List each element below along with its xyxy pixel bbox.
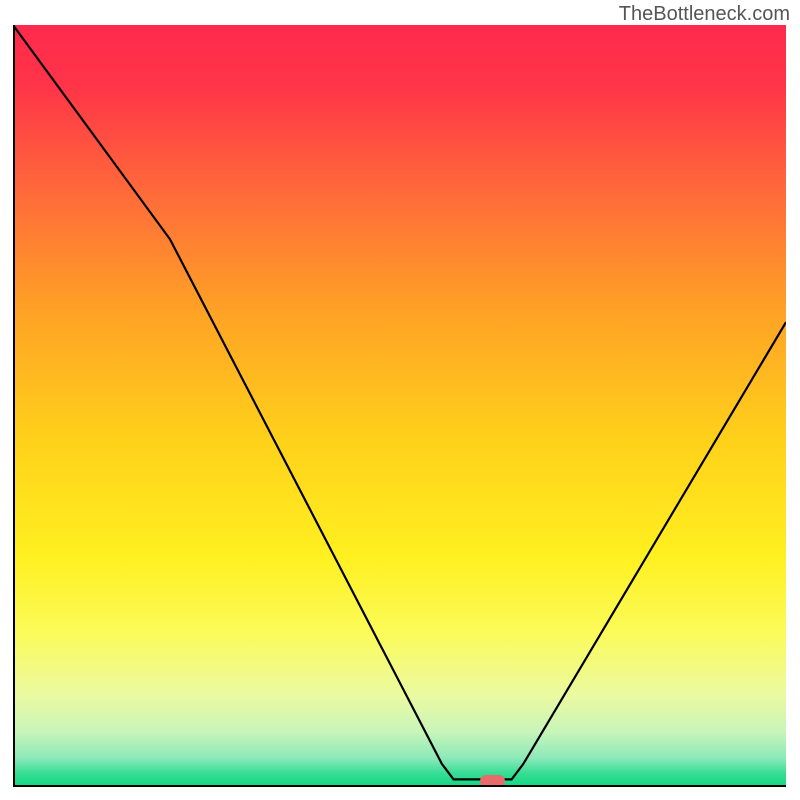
y-axis-line [13,25,15,787]
watermark-text: TheBottleneck.com [619,3,790,26]
chart-gradient-background [15,25,786,785]
chart-plot-area [13,25,786,787]
x-axis-line [13,785,786,787]
